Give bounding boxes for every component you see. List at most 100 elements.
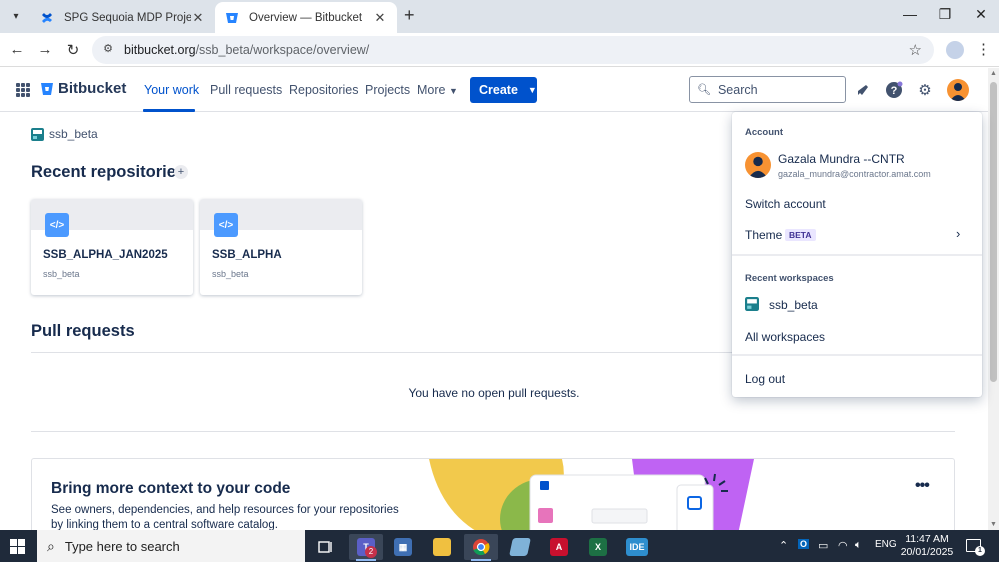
user-name[interactable]: Gazala Mundra --CNTR [778, 152, 905, 166]
notification-count: 1 [975, 546, 985, 556]
workspace-item[interactable]: ssb_beta [769, 298, 818, 312]
more-icon[interactable]: ••• [915, 477, 930, 495]
help-icon[interactable]: ? [883, 79, 905, 101]
browser-tab-spg[interactable]: SPG Sequoia MDP Projects - Te ✕ [30, 2, 215, 33]
scrollbar-thumb[interactable] [990, 82, 997, 382]
battery-icon[interactable]: ▭ [818, 539, 828, 552]
tray-chevron-up-icon[interactable]: ⌃ [779, 539, 788, 552]
repository-code-icon: </> [214, 213, 238, 237]
address-bar[interactable]: ⚙ bitbucket.org/ssb_beta/workspace/overv… [92, 36, 934, 64]
software-catalog-promo: Bring more context to your code See owne… [31, 458, 955, 538]
switch-account-item[interactable]: Switch account [745, 197, 826, 211]
notepad-icon[interactable] [503, 534, 537, 560]
app-switcher-icon[interactable] [16, 83, 30, 97]
avatar[interactable] [947, 79, 969, 101]
windows-start-icon[interactable] [10, 539, 25, 554]
account-dropdown-menu: Account Gazala Mundra --CNTR gazala_mund… [732, 112, 982, 397]
close-window-icon[interactable]: ✕ [971, 6, 991, 23]
volume-icon[interactable]: 🔈︎ [855, 539, 862, 552]
repository-card[interactable]: </> SSB_ALPHA ssb_beta [200, 199, 362, 295]
log-out-item[interactable]: Log out [745, 372, 785, 386]
promo-illustration [429, 459, 754, 538]
repository-card[interactable]: </> SSB_ALPHA_JAN2025 ssb_beta [31, 199, 193, 295]
bookmark-star-icon[interactable]: ☆ [909, 41, 922, 59]
theme-item[interactable]: Theme [745, 228, 782, 242]
file-explorer-icon[interactable] [425, 534, 459, 560]
taskbar-search-input[interactable] [64, 538, 285, 554]
language-indicator[interactable]: ENG [875, 539, 897, 550]
recent-repositories-heading: Recent repositories [31, 163, 186, 181]
divider [732, 254, 982, 256]
excel-icon[interactable]: X [581, 534, 615, 560]
account-heading: Account [745, 127, 783, 138]
new-tab-button[interactable]: + [404, 5, 415, 26]
browser-tab-bitbucket[interactable]: Overview — Bitbucket ✕ [215, 2, 397, 33]
megaphone-icon [858, 85, 868, 95]
add-repository-button[interactable]: + [174, 165, 188, 179]
workspace-icon [745, 297, 759, 311]
outlook-tray-icon[interactable]: O [798, 539, 810, 549]
chrome-icon[interactable] [464, 534, 498, 560]
user-icon [748, 156, 768, 178]
repository-workspace: ssb_beta [43, 269, 80, 279]
confluence-icon [42, 12, 52, 23]
acrobat-icon[interactable]: A [542, 534, 576, 560]
nav-repositories[interactable]: Repositories [289, 83, 358, 97]
workspace-breadcrumb[interactable]: ssb_beta [31, 127, 98, 141]
repository-name[interactable]: SSB_ALPHA_JAN2025 [43, 249, 168, 261]
tab-search-button[interactable]: ▾ [6, 6, 26, 26]
reload-icon[interactable]: ↻ [64, 41, 82, 59]
tab-title: SPG Sequoia MDP Projects - Te [64, 11, 191, 24]
nav-your-work[interactable]: Your work [144, 83, 199, 97]
url-text[interactable]: bitbucket.org/ssb_beta/workspace/overvie… [124, 43, 369, 57]
settings-gear-icon[interactable]: ⚙ [914, 79, 936, 101]
repository-name[interactable]: SSB_ALPHA [212, 249, 282, 261]
forward-icon[interactable]: → [36, 41, 54, 58]
scroll-up-icon[interactable]: ▲ [990, 70, 997, 77]
chevron-right-icon[interactable]: › [956, 226, 960, 241]
divider [31, 431, 955, 432]
back-icon[interactable]: ← [8, 41, 26, 58]
site-info-icon[interactable]: ⚙ [100, 42, 116, 58]
nav-more[interactable]: More ▼ [417, 83, 458, 97]
divider [732, 354, 982, 356]
tab-title: Overview — Bitbucket [249, 11, 363, 24]
notepad-glyph [509, 538, 531, 556]
calculator-glyph: ▦ [394, 538, 412, 556]
close-tab-icon[interactable]: ✕ [373, 10, 387, 26]
workspace-icon [31, 127, 44, 141]
bitbucket-icon [41, 82, 53, 95]
search-icon: 🔍︎ [697, 84, 711, 96]
chevron-down-icon: ▼ [448, 86, 458, 96]
beta-badge: BETA [785, 229, 816, 241]
nav-projects[interactable]: Projects [365, 83, 410, 97]
wifi-icon[interactable]: ◠ [838, 539, 848, 552]
plus-icon: + [177, 166, 185, 178]
acrobat-glyph: A [550, 538, 568, 556]
system-clock[interactable]: 11:47 AM 20/01/2025 [900, 533, 954, 559]
taskbar-search[interactable]: ⌕ [37, 530, 305, 562]
nav-pull-requests[interactable]: Pull requests [210, 83, 282, 97]
close-tab-icon[interactable]: ✕ [191, 10, 205, 26]
search-input[interactable] [717, 82, 838, 97]
restore-icon[interactable]: ❐ [935, 6, 955, 23]
browser-menu-icon[interactable]: ⋮ [976, 40, 991, 58]
all-workspaces-item[interactable]: All workspaces [745, 330, 825, 344]
promo-title: Bring more context to your code [51, 480, 291, 497]
user-email: gazala_mundra@contractor.amat.com [778, 169, 931, 179]
browser-profile-icon[interactable] [946, 41, 964, 59]
chevron-down-icon: ▼ [527, 85, 537, 95]
create-button[interactable]: Create ▼ [470, 77, 537, 103]
task-view-icon[interactable] [308, 534, 342, 560]
promo-description: See owners, dependencies, and help resou… [51, 504, 399, 531]
teams-icon[interactable]: T 2 [349, 534, 383, 560]
notifications-icon[interactable] [852, 79, 874, 101]
scroll-down-icon[interactable]: ▼ [990, 521, 997, 528]
ide-icon[interactable]: IDE [620, 534, 654, 560]
calculator-icon[interactable]: ▦ [386, 534, 420, 560]
clock-time: 11:47 AM [905, 533, 949, 545]
page-scrollbar[interactable]: ▲ ▼ [988, 68, 999, 530]
search-field[interactable]: 🔍︎ [689, 76, 846, 103]
minimize-icon[interactable]: — [900, 6, 920, 22]
bitbucket-logo[interactable]: Bitbucket [40, 80, 126, 97]
